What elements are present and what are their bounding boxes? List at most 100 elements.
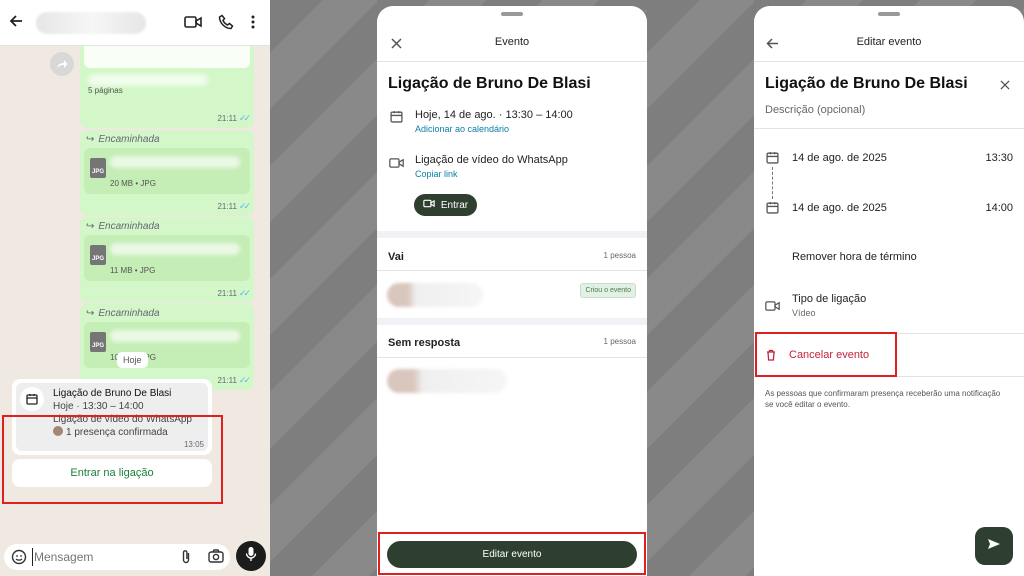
remove-end-time[interactable]: Remover hora de término	[792, 251, 917, 263]
forwarded-arrow-icon: ↪	[86, 221, 95, 232]
section-separator	[377, 318, 647, 325]
document-preview	[84, 46, 250, 68]
message-bubble[interactable]: ↪ Encaminhada JPG 20 MB • JPG 21:11 ✓✓	[80, 130, 254, 216]
read-ticks-icon: ✓✓	[238, 375, 251, 385]
attendee-blurred[interactable]	[387, 283, 483, 307]
file-size: 5 páginas	[88, 86, 123, 95]
start-date[interactable]: 14 de ago. de 2025	[792, 152, 887, 164]
camera-icon[interactable]	[208, 549, 224, 568]
call-type-value: Vídeo	[792, 308, 816, 318]
divider	[754, 61, 1024, 62]
end-date[interactable]: 14 de ago. de 2025	[792, 202, 887, 214]
forward-icon[interactable]	[50, 52, 74, 76]
chat-header	[0, 0, 270, 46]
event-title-field[interactable]: Ligação de Bruno De Blasi	[765, 75, 968, 93]
message-time: 21:11 ✓✓	[217, 113, 251, 123]
no-response-section-title: Sem resposta	[388, 337, 461, 349]
copy-link[interactable]: Copiar link	[415, 169, 458, 179]
jpg-file-icon: JPG	[90, 158, 106, 178]
creator-badge: Criou o evento	[580, 283, 636, 298]
calendar-icon	[766, 201, 779, 219]
section-separator	[377, 231, 647, 238]
going-section-title: Vai	[388, 251, 404, 263]
description-field[interactable]: Descrição (opcional)	[765, 104, 865, 116]
day-separator: Hoje	[117, 352, 148, 368]
add-to-calendar-link[interactable]: Adicionar ao calendário	[415, 124, 509, 134]
file-name-blurred	[88, 74, 208, 86]
video-call-icon[interactable]	[184, 14, 202, 35]
send-button[interactable]	[975, 527, 1013, 565]
sticker-icon[interactable]	[11, 549, 27, 570]
clear-title-icon[interactable]	[1000, 77, 1010, 95]
video-camera-icon	[765, 299, 780, 317]
edit-notice: As pessoas que confirmaram presença rece…	[765, 389, 1001, 409]
forwarded-label: ↪ Encaminhada	[86, 221, 160, 232]
read-ticks-icon: ✓✓	[238, 113, 251, 123]
start-time[interactable]: 13:30	[985, 152, 1013, 164]
more-options-icon[interactable]	[250, 14, 256, 35]
highlight-box	[755, 332, 897, 377]
message-bubble[interactable]: ↪ Encaminhada JPG 11 MB • JPG 21:11 ✓✓	[80, 217, 254, 303]
invitee-blurred[interactable]	[387, 369, 507, 393]
microphone-button[interactable]	[236, 541, 266, 571]
going-count: 1 pessoa	[603, 251, 636, 260]
edit-event-sheet: Editar evento Ligação de Bruno De Blasi …	[754, 6, 1024, 576]
file-size: 20 MB • JPG	[110, 179, 156, 188]
microphone-icon	[245, 546, 257, 567]
event-when: Hoje · 13:30 – 14:00	[53, 401, 144, 412]
read-ticks-icon: ✓✓	[238, 201, 251, 211]
call-type-label[interactable]: Tipo de ligação	[792, 293, 866, 305]
back-arrow-icon[interactable]	[8, 13, 24, 34]
message-bubble[interactable]: ↪Encaminhada JPG 10 MB • JPG 21:11✓✓	[80, 304, 254, 390]
message-input-bar	[4, 544, 230, 570]
contact-name-blurred[interactable]	[36, 12, 146, 34]
send-icon	[987, 537, 1001, 555]
chat-screen: 5 páginas 21:11 ✓✓ ↪ Encaminhada JPG 20 MB…	[0, 0, 270, 576]
sheet-title: Editar evento	[856, 36, 922, 48]
message-time: 21:11 ✓✓	[217, 201, 251, 211]
divider	[754, 128, 1024, 129]
divider	[377, 61, 647, 62]
calendar-icon	[20, 387, 44, 411]
event-call-type: Ligação de vídeo do WhatsApp	[415, 154, 568, 166]
date-connector	[772, 167, 773, 199]
divider	[377, 357, 647, 358]
file-attachment[interactable]: JPG 11 MB • JPG	[84, 235, 250, 281]
phone-icon[interactable]	[218, 14, 234, 35]
jpg-file-icon: JPG	[90, 332, 106, 352]
highlight-box	[378, 532, 646, 575]
event-title: Ligação de Bruno De Blasi	[53, 388, 172, 399]
message-time: 21:11 ✓✓	[217, 288, 251, 298]
read-ticks-icon: ✓✓	[238, 288, 251, 298]
forwarded-arrow-icon: ↪	[86, 134, 95, 145]
background-pattern	[647, 0, 754, 576]
event-details-sheet: Evento Ligação de Bruno De Blasi Hoje, 1…	[377, 6, 647, 576]
event-date: Hoje, 14 de ago. · 13:30 – 14:00	[415, 109, 573, 121]
message-input[interactable]	[32, 548, 172, 566]
file-attachment[interactable]: JPG 20 MB • JPG	[84, 148, 250, 194]
video-camera-icon	[389, 156, 404, 174]
video-camera-icon	[423, 199, 435, 211]
forwarded-label: ↪ Encaminhada	[86, 308, 160, 319]
sheet-title: Evento	[494, 36, 530, 48]
file-name-blurred	[110, 330, 240, 342]
calendar-icon	[390, 110, 403, 128]
forwarded-label: ↪ Encaminhada	[86, 134, 160, 145]
end-time[interactable]: 14:00	[985, 202, 1013, 214]
join-call-button[interactable]: Entrar na ligação	[12, 459, 212, 487]
forwarded-arrow-icon: ↪	[86, 308, 95, 319]
divider	[377, 270, 647, 271]
sheet-handle[interactable]	[878, 12, 900, 16]
file-name-blurred	[110, 156, 240, 168]
background-pattern	[270, 0, 377, 576]
event-title: Ligação de Bruno De Blasi	[388, 75, 591, 92]
no-response-count: 1 pessoa	[603, 337, 636, 346]
message-bubble[interactable]: 5 páginas 21:11 ✓✓	[80, 46, 254, 128]
file-name-blurred	[110, 243, 240, 255]
sheet-handle[interactable]	[501, 12, 523, 16]
join-button[interactable]: Entrar	[414, 194, 477, 216]
file-size: 11 MB • JPG	[110, 266, 156, 275]
file-attachment[interactable]: JPG 10 MB • JPG	[84, 322, 250, 368]
attach-icon[interactable]	[180, 549, 192, 570]
message-time: 21:11 ✓✓	[217, 375, 251, 385]
